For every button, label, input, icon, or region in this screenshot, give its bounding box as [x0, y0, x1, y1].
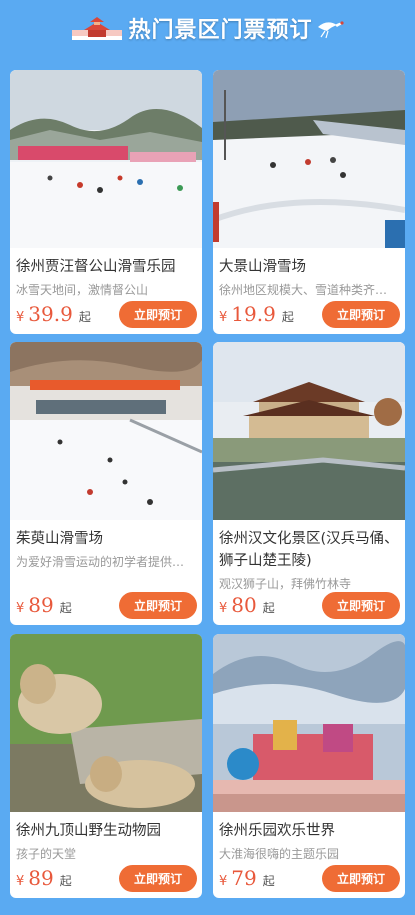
book-now-button[interactable]: 立即预订: [322, 300, 400, 328]
price-unit: 起: [281, 310, 294, 324]
price-unit: 起: [59, 874, 72, 888]
attraction-card[interactable]: 徐州乐园欢乐世界 大淮海很嗨的主题乐园 ¥ 79 起 立即预订: [213, 634, 405, 898]
card-footer: ¥ 79 起 立即预订: [213, 858, 405, 898]
attraction-name: 徐州贾汪督公山滑雪乐园: [16, 259, 176, 275]
price-unit: 起: [59, 601, 72, 615]
currency-symbol: ¥: [16, 601, 25, 616]
card-footer: ¥ 89 起 立即预订: [10, 585, 202, 625]
price-unit: 起: [78, 310, 91, 324]
card-footer: ¥ 19.9 起 立即预订: [213, 294, 405, 334]
pavilion-icon: [72, 17, 123, 40]
attraction-photo: [213, 70, 405, 248]
book-now-button[interactable]: 立即预订: [322, 591, 400, 619]
attraction-name: 徐州乐园欢乐世界: [219, 823, 335, 839]
attraction-card[interactable]: 茱萸山滑雪场 为爱好滑雪运动的初学者提供了良好的场地 ¥ 89 起 立即预订: [10, 342, 202, 625]
price-value: 19.9: [231, 302, 276, 326]
attraction-name: 徐州九顶山野生动物园: [16, 823, 161, 839]
price: ¥ 19.9 起: [219, 302, 294, 326]
attraction-card[interactable]: 徐州汉文化景区(汉兵马俑、狮子山楚王陵) 观汉狮子山，拜佛竹林寺 ¥ 80 起 …: [213, 342, 405, 625]
currency-symbol: ¥: [219, 310, 228, 325]
card-footer: ¥ 89 起 立即预订: [10, 858, 202, 898]
price-value: 79: [231, 866, 257, 890]
price: ¥ 39.9 起: [16, 302, 91, 326]
attraction-name: 大景山滑雪场: [219, 259, 306, 275]
attraction-name: 茱萸山滑雪场: [16, 531, 103, 547]
attraction-desc: 为爱好滑雪运动的初学者提供了良好的场地: [16, 555, 202, 569]
price-value: 89: [28, 593, 54, 617]
currency-symbol: ¥: [219, 874, 228, 889]
attraction-name: 徐州汉文化景区(汉兵马俑、狮子山楚王陵): [219, 531, 399, 569]
price-value: 39.9: [28, 302, 73, 326]
currency-symbol: ¥: [16, 310, 25, 325]
page-header: 热门景区门票预订: [0, 0, 415, 56]
book-now-button[interactable]: 立即预订: [119, 300, 197, 328]
price: ¥ 89 起: [16, 866, 72, 890]
book-now-button[interactable]: 立即预订: [119, 864, 197, 892]
price: ¥ 89 起: [16, 593, 72, 617]
attraction-photo: [10, 342, 202, 520]
price-value: 80: [231, 593, 257, 617]
price: ¥ 80 起: [219, 593, 275, 617]
book-now-button[interactable]: 立即预订: [119, 591, 197, 619]
attraction-card[interactable]: 大景山滑雪场 徐州地区规模大、雪道种类齐全的滑雪场 ¥ 19.9 起 立即预订: [213, 70, 405, 334]
currency-symbol: ¥: [219, 601, 228, 616]
attraction-photo: [10, 70, 202, 248]
price-value: 89: [28, 866, 54, 890]
price-unit: 起: [262, 601, 275, 615]
attraction-photo: [10, 634, 202, 812]
book-now-button[interactable]: 立即预订: [322, 864, 400, 892]
price: ¥ 79 起: [219, 866, 275, 890]
card-footer: ¥ 80 起 立即预订: [213, 585, 405, 625]
attraction-card[interactable]: 徐州九顶山野生动物园 孩子的天堂 ¥ 89 起 立即预订: [10, 634, 202, 898]
card-footer: ¥ 39.9 起 立即预订: [10, 294, 202, 334]
attraction-card[interactable]: 徐州贾汪督公山滑雪乐园 冰雪天地间，激情督公山 ¥ 39.9 起 立即预订: [10, 70, 202, 334]
currency-symbol: ¥: [16, 874, 25, 889]
attraction-photo: [213, 634, 405, 812]
page-title: 热门景区门票预订: [128, 17, 313, 43]
attraction-photo: [213, 342, 405, 520]
crane-icon: [317, 21, 344, 39]
price-unit: 起: [262, 874, 275, 888]
